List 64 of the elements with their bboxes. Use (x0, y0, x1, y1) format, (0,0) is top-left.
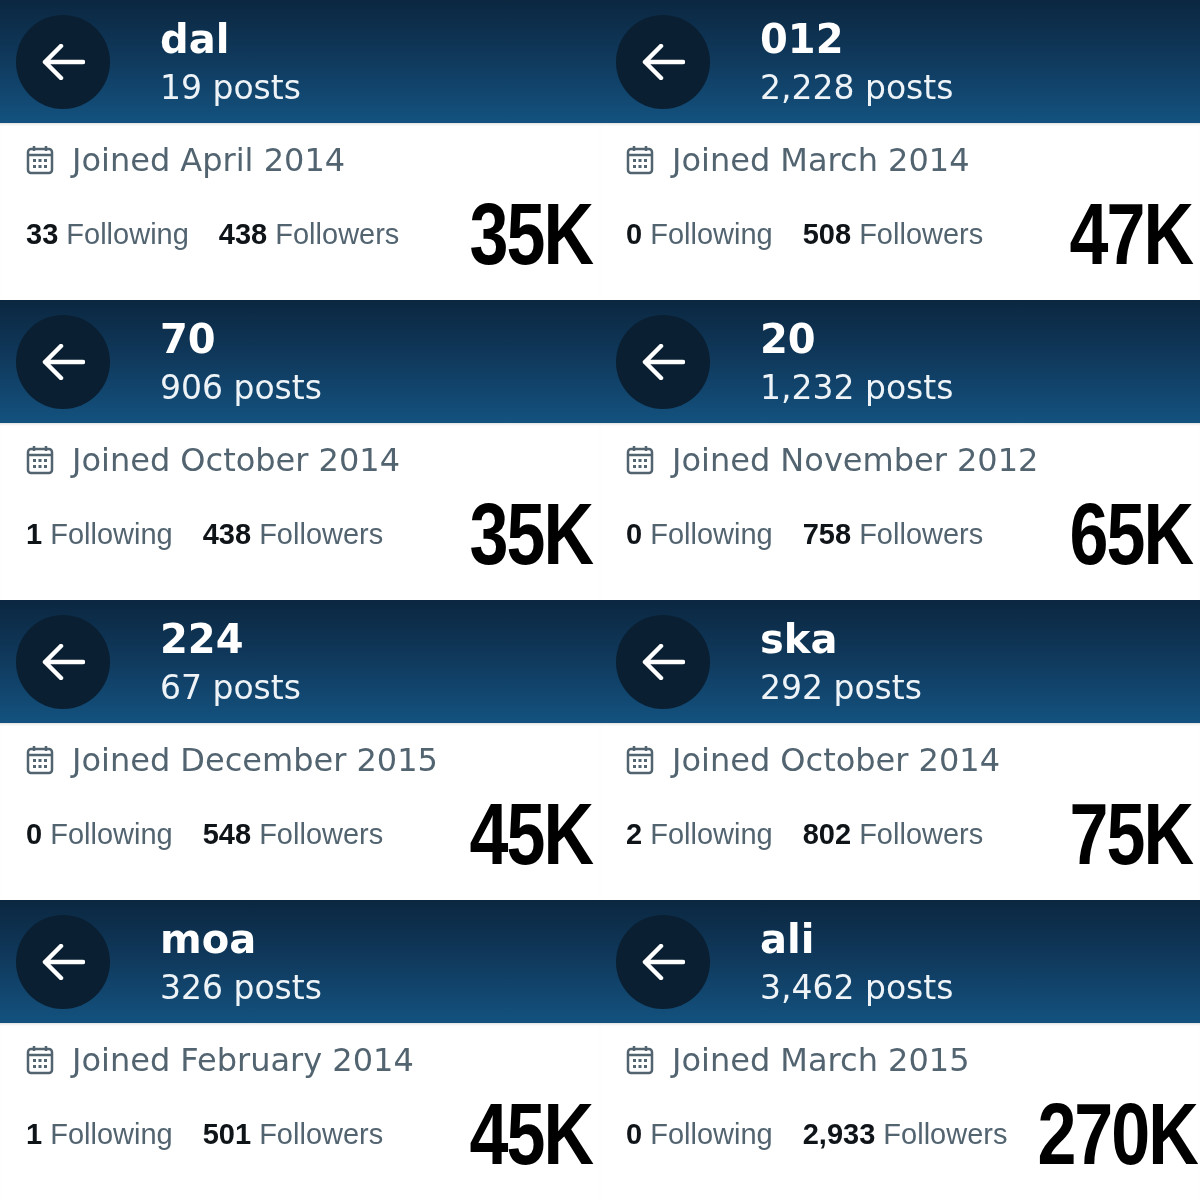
arrow-left-icon (41, 643, 85, 680)
joined-date: Joined October 2014 (672, 740, 1001, 781)
calendar-icon (626, 145, 654, 175)
followers-link[interactable]: 438 Followers (218, 216, 400, 252)
followers-link[interactable]: 501 Followers (202, 1116, 384, 1152)
price-label: 47K (1069, 190, 1192, 278)
profile-name: moa (160, 914, 258, 963)
profile-name: 012 (760, 14, 845, 63)
followers-link[interactable]: 508 Followers (802, 216, 984, 252)
joined-date: Joined October 2014 (72, 440, 401, 481)
arrow-left-icon (41, 343, 85, 380)
joined-date: Joined November 2012 (672, 440, 1039, 481)
arrow-left-icon (41, 943, 85, 980)
followers-link[interactable]: 438 Followers (202, 516, 384, 552)
price-label: 45K (469, 790, 592, 878)
calendar-icon (626, 1045, 654, 1075)
calendar-icon (26, 445, 54, 475)
price-label: 75K (1069, 790, 1192, 878)
profile-name: 224 (160, 614, 245, 663)
joined-date: Joined April 2014 (72, 140, 346, 181)
calendar-icon (626, 445, 654, 475)
calendar-icon (26, 745, 54, 775)
post-count: 906 posts (160, 366, 322, 409)
arrow-left-icon (641, 943, 685, 980)
profile-name: dal (160, 14, 231, 63)
calendar-icon (26, 1045, 54, 1075)
joined-date: Joined December 2015 (72, 740, 438, 781)
post-count: 67 posts (160, 666, 301, 709)
post-count: 19 posts (160, 66, 301, 109)
joined-date: Joined March 2014 (672, 140, 970, 181)
price-label: 35K (469, 190, 592, 278)
post-count: 3,462 posts (760, 966, 954, 1009)
calendar-icon (26, 145, 54, 175)
following-link[interactable]: 2 Following (626, 816, 773, 852)
post-count: 2,228 posts (760, 66, 954, 109)
arrow-left-icon (641, 343, 685, 380)
price-label: 35K (469, 490, 592, 578)
price-label: 270K (1037, 1090, 1197, 1178)
arrow-left-icon (641, 643, 685, 680)
followers-link[interactable]: 758 Followers (802, 516, 984, 552)
arrow-left-icon (41, 43, 85, 80)
arrow-left-icon (641, 43, 685, 80)
profile-name: ali (760, 914, 816, 963)
following-link[interactable]: 0 Following (626, 1116, 773, 1152)
following-link[interactable]: 1 Following (26, 1116, 173, 1152)
following-link[interactable]: 33 Following (26, 216, 189, 252)
following-link[interactable]: 0 Following (26, 816, 173, 852)
joined-date: Joined March 2015 (672, 1040, 970, 1081)
post-count: 292 posts (760, 666, 922, 709)
post-count: 1,232 posts (760, 366, 954, 409)
price-label: 65K (1069, 490, 1192, 578)
calendar-icon (626, 745, 654, 775)
post-count: 326 posts (160, 966, 322, 1009)
profile-name: ska (760, 614, 839, 663)
profile-name: 70 (160, 314, 217, 363)
followers-link[interactable]: 802 Followers (802, 816, 984, 852)
following-link[interactable]: 0 Following (626, 516, 773, 552)
joined-date: Joined February 2014 (72, 1040, 414, 1081)
followers-link[interactable]: 548 Followers (202, 816, 384, 852)
price-label: 45K (469, 1090, 592, 1178)
following-link[interactable]: 1 Following (26, 516, 173, 552)
followers-link[interactable]: 2,933 Followers (802, 1116, 1008, 1152)
following-link[interactable]: 0 Following (626, 216, 773, 252)
profile-name: 20 (760, 314, 817, 363)
